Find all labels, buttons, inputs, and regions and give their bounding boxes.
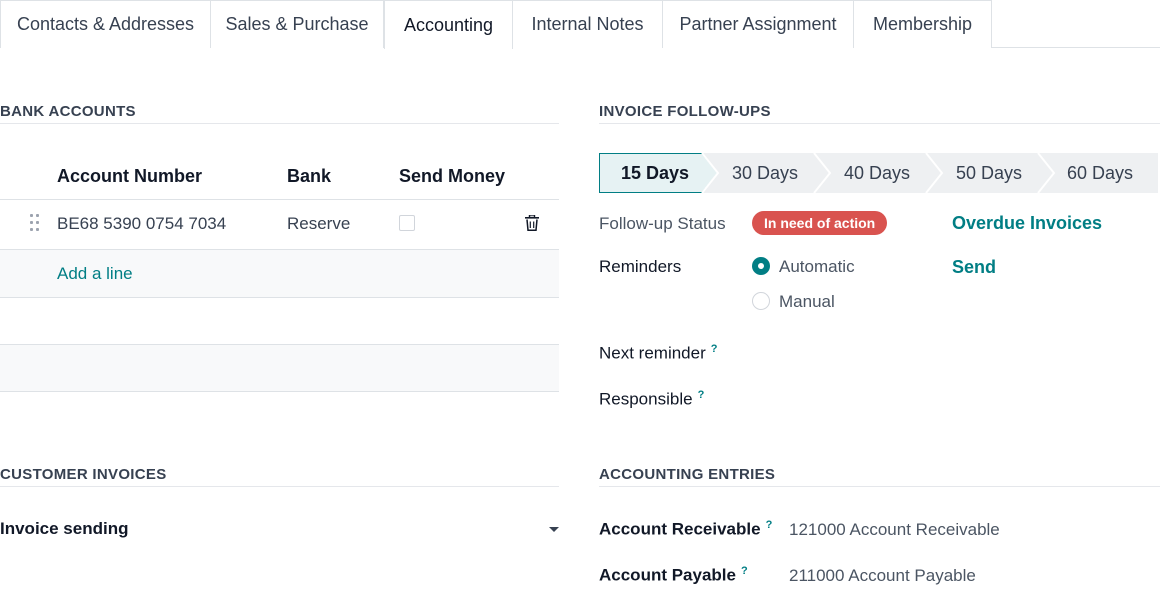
tab-membership[interactable]: Membership (854, 0, 992, 48)
invoice-followups-divider (599, 123, 1160, 124)
row-divider (0, 297, 559, 298)
reminder-automatic-radio[interactable] (752, 257, 770, 275)
responsible-field: Responsible? (599, 389, 704, 410)
step-50-days[interactable]: 50 Days (933, 153, 1045, 193)
status-badge: In need of action (752, 211, 888, 235)
followup-level-statusbar: 15 Days 30 Days 40 Days 50 Days 60 Days (599, 153, 1158, 193)
followup-status-label: Follow-up Status (599, 214, 726, 233)
column-bank[interactable]: Bank (287, 166, 331, 187)
customer-invoices-divider (0, 486, 559, 487)
account-receivable-label: Account Receivable (599, 519, 761, 539)
tab-sales-purchase[interactable]: Sales & Purchase (211, 0, 384, 48)
help-icon[interactable]: ? (711, 343, 718, 355)
customer-invoices-title: CUSTOMER INVOICES (0, 466, 167, 483)
reminders-label: Reminders (599, 257, 682, 276)
column-account-number[interactable]: Account Number (57, 166, 202, 187)
help-icon[interactable]: ? (766, 519, 773, 531)
tab-partner-assignment[interactable]: Partner Assignment (663, 0, 854, 48)
account-receivable-value[interactable]: 121000 Account Receivable (789, 520, 1000, 540)
next-reminder-label: Next reminder (599, 343, 706, 363)
row-divider (0, 391, 559, 392)
help-icon[interactable]: ? (741, 565, 748, 577)
trash-icon[interactable] (525, 215, 539, 231)
send-button[interactable]: Send (952, 257, 996, 278)
account-number-cell[interactable]: BE68 5390 0754 7034 (57, 214, 226, 234)
caret-down-icon[interactable] (549, 527, 559, 532)
step-40-days[interactable]: 40 Days (821, 153, 933, 193)
step-15-days[interactable]: 15 Days (599, 153, 711, 193)
bank-accounts-title: BANK ACCOUNTS (0, 103, 136, 120)
send-money-checkbox[interactable] (399, 215, 415, 231)
bank-cell[interactable]: Reserve (287, 214, 350, 234)
step-60-days[interactable]: 60 Days (1045, 153, 1155, 193)
accounting-entries-divider (599, 486, 1160, 487)
invoice-sending-label: Invoice sending (0, 519, 129, 538)
tab-internal-notes[interactable]: Internal Notes (513, 0, 663, 48)
reminder-manual-label[interactable]: Manual (779, 292, 835, 312)
overdue-invoices-button[interactable]: Overdue Invoices (952, 213, 1102, 234)
tab-accounting[interactable]: Accounting (384, 0, 513, 49)
reminder-automatic-label[interactable]: Automatic (779, 257, 855, 277)
table-header-divider (0, 199, 559, 200)
responsible-label: Responsible (599, 389, 693, 409)
empty-row (0, 345, 559, 391)
add-line-link[interactable]: Add a line (57, 264, 133, 284)
drag-handle-icon[interactable] (30, 214, 40, 232)
tab-contacts-addresses[interactable]: Contacts & Addresses (0, 0, 211, 48)
next-reminder-field: Next reminder? (599, 343, 718, 364)
account-payable-label: Account Payable (599, 565, 736, 585)
accounting-entries-title: ACCOUNTING ENTRIES (599, 466, 776, 483)
reminder-manual-radio[interactable] (752, 292, 770, 310)
notebook-tabs: Contacts & Addresses Sales & Purchase Ac… (0, 0, 1160, 49)
help-icon[interactable]: ? (698, 389, 705, 401)
step-30-days[interactable]: 30 Days (709, 153, 821, 193)
account-payable-value[interactable]: 211000 Account Payable (789, 566, 976, 586)
column-send-money[interactable]: Send Money (399, 166, 505, 187)
invoice-followups-title: INVOICE FOLLOW-UPS (599, 103, 771, 120)
bank-accounts-divider (0, 123, 559, 124)
account-receivable-field: Account Receivable? (599, 519, 772, 540)
account-payable-field: Account Payable? (599, 565, 748, 586)
